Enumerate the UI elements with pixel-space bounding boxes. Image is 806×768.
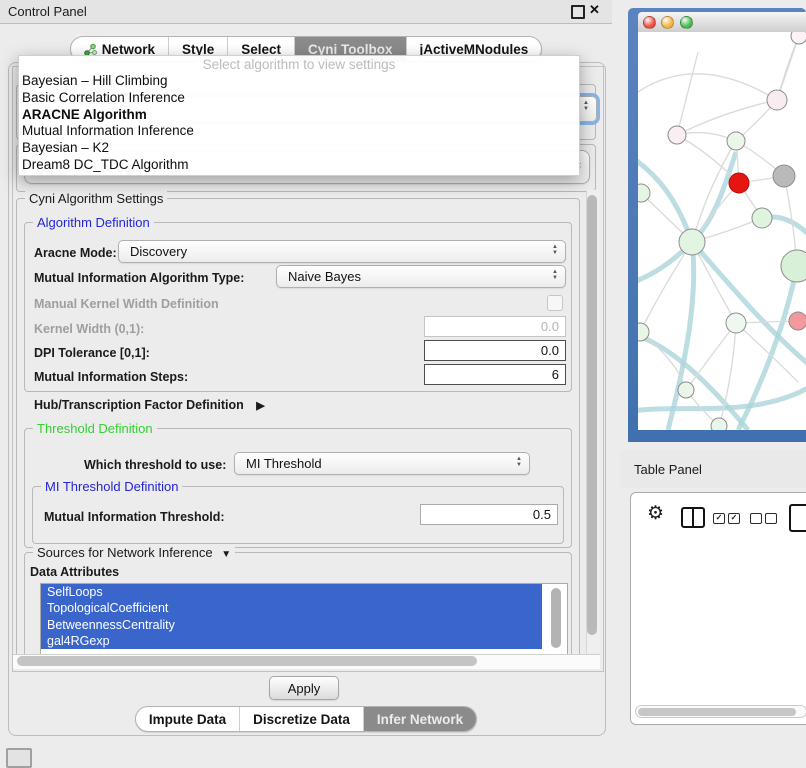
- algorithm-dropdown-popup: Select algorithm to view settings Bayesi…: [18, 55, 580, 176]
- network-edge[interactable]: [640, 242, 692, 332]
- panel-title: Control Panel: [8, 4, 87, 19]
- table-horizontal-scrollbar[interactable]: [635, 705, 806, 718]
- minimize-traffic-light[interactable]: [661, 16, 674, 29]
- dpi-tolerance-label: DPI Tolerance [0,1]:: [34, 346, 150, 360]
- network-icon: [84, 43, 97, 56]
- close-icon[interactable]: ✕: [589, 2, 600, 18]
- close-traffic-light[interactable]: [643, 16, 656, 29]
- mi-steps-label: Mutual Information Steps:: [34, 370, 188, 384]
- dropdown-placeholder: Select algorithm to view settings: [19, 56, 579, 73]
- tab-discretize-data[interactable]: Discretize Data: [239, 707, 363, 731]
- list-item[interactable]: gal4RGexp: [41, 633, 542, 649]
- network-node[interactable]: [767, 90, 787, 110]
- table-toolbar: ⚙ ✓ ✓: [631, 493, 806, 539]
- list-scrollbar-thumb[interactable]: [551, 588, 561, 648]
- network-node[interactable]: [791, 32, 806, 44]
- dpi-tolerance-field[interactable]: 0.0: [424, 340, 566, 361]
- settings-group-title: Cyni Algorithm Settings: [25, 191, 167, 206]
- network-node[interactable]: [789, 312, 806, 330]
- settings-horizontal-scrollbar-thumb[interactable]: [17, 656, 477, 666]
- list-item[interactable]: TopologicalCoefficient: [41, 600, 542, 616]
- checked-checkbox-icon[interactable]: ✓: [713, 513, 725, 524]
- algorithm-option[interactable]: Bayesian – K2: [19, 140, 579, 157]
- network-node[interactable]: [781, 250, 806, 282]
- network-edge[interactable]: [736, 323, 798, 382]
- zoom-traffic-light[interactable]: [680, 16, 693, 29]
- data-attributes-list[interactable]: SelfLoops TopologicalCoefficient Between…: [40, 583, 568, 654]
- tab-infer-network[interactable]: Infer Network: [363, 707, 476, 731]
- float-panel-icon[interactable]: [571, 5, 585, 19]
- mi-threshold-field[interactable]: 0.5: [420, 504, 558, 525]
- network-edge[interactable]: [692, 141, 736, 242]
- table-panel-title: Table Panel: [634, 462, 702, 477]
- network-window-titlebar[interactable]: [638, 12, 806, 33]
- unchecked-checkbox-icon[interactable]: [765, 513, 777, 524]
- manual-kernel-label: Manual Kernel Width Definition: [34, 297, 219, 311]
- unchecked-checkbox-icon[interactable]: [750, 513, 762, 524]
- table-scrollbar-thumb[interactable]: [638, 708, 796, 716]
- network-node[interactable]: [752, 208, 772, 228]
- which-threshold-label: Which threshold to use:: [84, 458, 226, 472]
- data-attributes-label: Data Attributes: [30, 565, 119, 579]
- network-node[interactable]: [679, 229, 705, 255]
- aracne-mode-value: Discovery: [130, 244, 187, 259]
- table-panel-titlebar: Table Panel: [620, 450, 806, 488]
- network-node[interactable]: [711, 418, 727, 430]
- aracne-mode-label: Aracne Mode:: [34, 246, 117, 260]
- mi-threshold-group-title: MI Threshold Definition: [41, 479, 182, 494]
- network-edge[interactable]: [677, 52, 698, 135]
- network-view-window: [628, 8, 806, 442]
- tab-impute-data[interactable]: Impute Data: [136, 707, 239, 731]
- network-node[interactable]: [773, 165, 795, 187]
- network-edge-thick[interactable]: [668, 242, 694, 430]
- which-threshold-value: MI Threshold: [246, 456, 322, 471]
- which-threshold-combobox[interactable]: MI Threshold ▲▼: [234, 452, 530, 475]
- algorithm-option[interactable]: Dream8 DC_TDC Algorithm: [19, 157, 579, 174]
- network-edge[interactable]: [686, 323, 736, 390]
- mi-type-combobox[interactable]: Naive Bayes ▲▼: [276, 265, 566, 288]
- kernel-width-label: Kernel Width (0,1):: [34, 322, 144, 336]
- aracne-mode-combobox[interactable]: Discovery ▲▼: [118, 240, 566, 263]
- algorithm-option-selected[interactable]: ARACNE Algorithm: [19, 107, 579, 124]
- mi-type-value: Naive Bayes: [288, 269, 361, 284]
- table-panel: ⚙ ✓ ✓: [630, 492, 806, 725]
- collapsed-arrow-icon: ▶: [256, 400, 264, 412]
- threshold-definition-title: Threshold Definition: [33, 421, 157, 436]
- minimized-panel-chip[interactable]: [6, 748, 32, 768]
- list-item[interactable]: BetweennessCentrality: [41, 617, 542, 633]
- algorithm-option[interactable]: Mutual Information Inference: [19, 123, 579, 140]
- settings-vertical-scrollbar-thumb[interactable]: [587, 195, 597, 635]
- mi-threshold-label: Mutual Information Threshold:: [44, 510, 225, 524]
- checked-checkbox-icon[interactable]: ✓: [728, 513, 740, 524]
- kernel-width-field[interactable]: 0.0: [424, 316, 566, 337]
- expanded-arrow-icon: ▼: [221, 549, 231, 560]
- panel-view-icon[interactable]: [789, 504, 806, 532]
- sources-group-title[interactable]: Sources for Network Inference ▼: [33, 545, 235, 560]
- bottom-tab-bar: Impute Data Discretize Data Infer Networ…: [0, 706, 612, 732]
- algorithm-option[interactable]: Bayesian – Hill Climbing: [19, 73, 579, 90]
- network-node[interactable]: [726, 313, 746, 333]
- mi-steps-field[interactable]: 6: [424, 364, 566, 385]
- algorithm-definition-title: Algorithm Definition: [33, 215, 154, 230]
- hub-definition-toggle[interactable]: Hub/Transcription Factor Definition ▶: [34, 398, 265, 412]
- mi-type-label: Mutual Information Algorithm Type:: [34, 271, 244, 285]
- control-panel-titlebar: Control Panel ✕: [0, 0, 612, 24]
- split-columns-icon[interactable]: [681, 507, 705, 528]
- network-edge[interactable]: [638, 74, 777, 100]
- gear-icon[interactable]: ⚙: [647, 502, 664, 525]
- network-canvas[interactable]: [638, 32, 806, 430]
- network-node[interactable]: [678, 382, 694, 398]
- apply-button[interactable]: Apply: [269, 676, 339, 700]
- network-edge[interactable]: [677, 100, 777, 135]
- manual-kernel-checkbox[interactable]: [547, 295, 563, 311]
- network-node[interactable]: [668, 126, 686, 144]
- network-node[interactable]: [727, 132, 745, 150]
- algorithm-option[interactable]: Basic Correlation Inference: [19, 90, 579, 107]
- list-item[interactable]: SelfLoops: [41, 584, 542, 600]
- network-node[interactable]: [729, 173, 749, 193]
